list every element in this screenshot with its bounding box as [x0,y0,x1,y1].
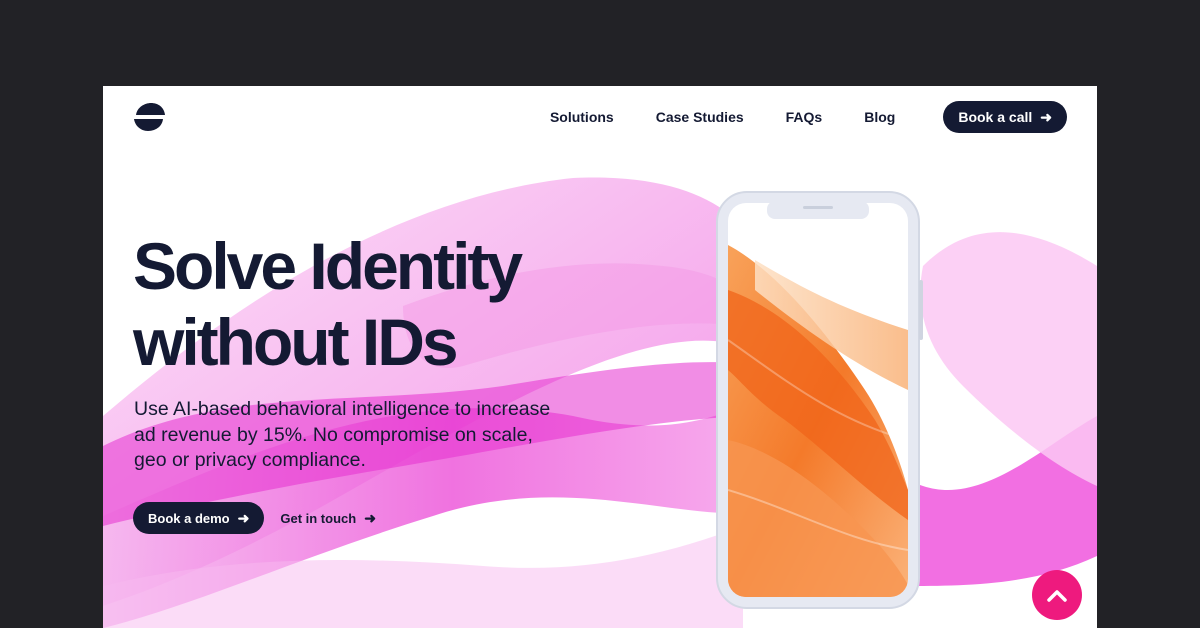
nav-item-solutions[interactable]: Solutions [550,109,614,125]
hero-subtitle: Use AI-based behavioral intelligence to … [134,397,614,474]
hero-title: Solve Identity without IDs [133,228,523,380]
arrow-right-icon: ➜ [364,510,376,526]
top-nav: Solutions Case Studies FAQs Blog Book a … [550,101,1067,133]
book-a-call-button[interactable]: Book a call ➜ [943,101,1067,133]
nav-item-case-studies[interactable]: Case Studies [656,109,744,125]
nav-item-blog[interactable]: Blog [864,109,895,125]
hero-title-line-1: Solve Identity [133,229,523,303]
hero-cta-group: Book a demo ➜ Get in touch ➜ [133,502,376,534]
phone-mockup [716,191,923,609]
arrow-right-icon: ➜ [1040,109,1052,125]
hero-subtitle-line-3: geo or privacy compliance. [134,449,366,471]
brand-logo[interactable] [133,103,166,131]
get-in-touch-link[interactable]: Get in touch ➜ [280,511,376,526]
hero-title-line-2: without IDs [133,305,459,379]
hero-subtitle-line-2: ad revenue by 15%. No compromise on scal… [134,423,533,446]
nav-item-faqs[interactable]: FAQs [786,109,823,125]
scroll-to-top-button[interactable] [1032,570,1082,620]
hero-subtitle-line-1: Use AI-based behavioral intelligence to … [134,398,551,420]
landing-page: Solutions Case Studies FAQs Blog Book a … [103,86,1097,628]
book-a-demo-button[interactable]: Book a demo ➜ [133,502,265,534]
book-a-demo-label: Book a demo [148,510,230,526]
get-in-touch-label: Get in touch [280,510,357,526]
book-a-call-label: Book a call [958,109,1033,125]
chevron-up-icon [1047,590,1067,602]
arrow-right-icon: ➜ [237,510,250,526]
